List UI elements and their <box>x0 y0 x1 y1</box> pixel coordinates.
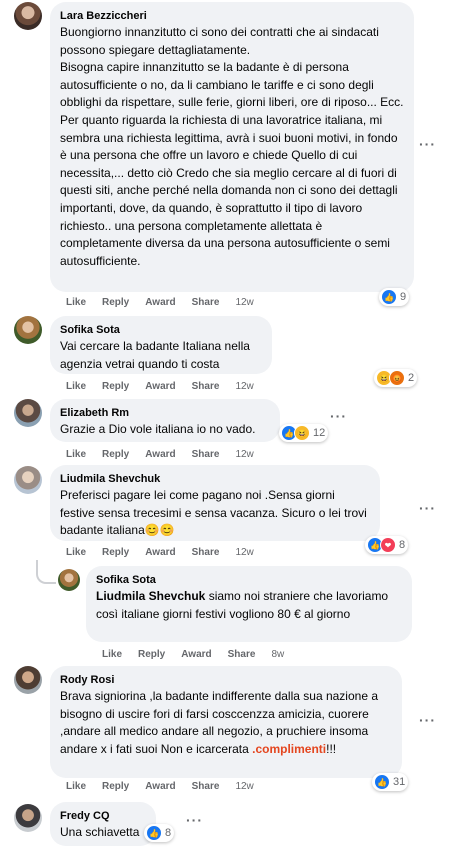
reaction-count: 2 <box>408 372 415 384</box>
reaction-summary[interactable]: 👍 8 <box>144 824 175 842</box>
award-button[interactable]: Award <box>145 781 175 792</box>
comment-author[interactable]: Fredy CQ <box>60 808 146 824</box>
avatar[interactable] <box>14 399 42 427</box>
reply-button[interactable]: Reply <box>102 449 129 460</box>
comment-actions: Like Reply Award Share 12w <box>66 780 270 794</box>
avatar[interactable] <box>14 804 42 832</box>
comment-text: Brava signiorina ,la badante indifferent… <box>60 688 392 758</box>
comment-bubble: Sofika Sota Vai cercare la badante Itali… <box>50 316 272 374</box>
highlighted-word: .complimenti <box>252 741 327 756</box>
comment-text: Buongiorno innanzitutto ci sono dei cont… <box>60 25 404 268</box>
like-button[interactable]: Like <box>66 781 86 792</box>
angry-reaction-icon: 😡 <box>389 370 405 386</box>
comment-text: Liudmila Shevchuk siamo noi straniere ch… <box>96 588 402 623</box>
comment-actions: Like Reply Award Share 12w <box>66 380 270 394</box>
timestamp[interactable]: 12w <box>235 449 253 460</box>
timestamp[interactable]: 12w <box>235 297 253 308</box>
comment-actions: Like Reply Award Share 12w <box>66 448 270 462</box>
like-reaction-icon: 👍 <box>381 289 397 305</box>
comment-text: Vai cercare la badante Italiana nella ag… <box>60 339 250 371</box>
reaction-summary[interactable]: 👍 😆 12 <box>279 424 329 442</box>
reaction-summary[interactable]: 👍 ❤ 8 <box>365 536 409 554</box>
comment-text: Preferisci pagare lei come pagano noi .S… <box>60 488 367 538</box>
more-options-icon[interactable]: ··· <box>419 500 436 516</box>
comment-bubble: Elizabeth Rm Grazie a Dio vole italiana … <box>50 399 280 442</box>
share-button[interactable]: Share <box>192 547 220 558</box>
avatar[interactable] <box>14 466 42 494</box>
more-options-icon[interactable]: ··· <box>330 408 347 424</box>
like-button[interactable]: Like <box>102 649 122 660</box>
reply-button[interactable]: Reply <box>138 649 165 660</box>
love-reaction-icon: ❤ <box>380 537 396 553</box>
timestamp[interactable]: 12w <box>235 547 253 558</box>
share-button[interactable]: Share <box>192 449 220 460</box>
comment-author[interactable]: Elizabeth Rm <box>60 405 270 421</box>
like-button[interactable]: Like <box>66 449 86 460</box>
award-button[interactable]: Award <box>145 297 175 308</box>
comment-actions: Like Reply Award Share 12w <box>66 296 270 310</box>
more-options-icon[interactable]: ··· <box>419 712 436 728</box>
timestamp[interactable]: 8w <box>271 649 284 660</box>
comment-actions: Like Reply Award Share 8w <box>102 648 300 662</box>
reaction-count: 31 <box>393 776 406 788</box>
reply-thread-line <box>36 560 56 584</box>
timestamp[interactable]: 12w <box>235 381 253 392</box>
comment-author[interactable]: Sofika Sota <box>96 572 402 588</box>
like-reaction-icon: 👍 <box>374 774 390 790</box>
mention-link[interactable]: Liudmila Shevchuk <box>96 589 205 603</box>
reaction-count: 9 <box>400 291 407 303</box>
like-button[interactable]: Like <box>66 547 86 558</box>
comment-bubble: Rody Rosi Brava signiorina ,la badante i… <box>50 666 402 778</box>
more-options-icon[interactable]: ··· <box>419 136 436 152</box>
comment-author[interactable]: Sofika Sota <box>60 322 262 338</box>
award-button[interactable]: Award <box>181 649 211 660</box>
timestamp[interactable]: 12w <box>235 781 253 792</box>
avatar[interactable] <box>14 316 42 344</box>
like-button[interactable]: Like <box>66 381 86 392</box>
comment-actions: Like Reply Award Share 12w <box>66 546 270 560</box>
avatar[interactable] <box>58 569 80 591</box>
reaction-count: 8 <box>165 827 172 839</box>
avatar[interactable] <box>14 666 42 694</box>
comment-text: Una schiavetta <box>60 825 140 839</box>
comment-body-end: !!! <box>326 741 337 756</box>
share-button[interactable]: Share <box>192 381 220 392</box>
reply-button[interactable]: Reply <box>102 297 129 308</box>
share-button[interactable]: Share <box>192 297 220 308</box>
award-button[interactable]: Award <box>145 547 175 558</box>
award-button[interactable]: Award <box>145 381 175 392</box>
haha-reaction-icon: 😆 <box>294 425 310 441</box>
comment-bubble: Fredy CQ Una schiavetta <box>50 802 156 846</box>
like-reaction-icon: 👍 <box>146 825 162 841</box>
comment-author[interactable]: Rody Rosi <box>60 672 392 688</box>
reply-button[interactable]: Reply <box>102 381 129 392</box>
award-button[interactable]: Award <box>145 449 175 460</box>
share-button[interactable]: Share <box>228 649 256 660</box>
reaction-count: 12 <box>313 427 326 439</box>
reaction-count: 8 <box>399 539 406 551</box>
comment-bubble: Lara Bezziccheri Buongiorno innanzitutto… <box>50 2 414 292</box>
reply-button[interactable]: Reply <box>102 781 129 792</box>
more-options-icon[interactable]: ··· <box>186 812 203 828</box>
avatar[interactable] <box>14 2 42 30</box>
comment-author[interactable]: Lara Bezziccheri <box>60 8 404 24</box>
reaction-summary[interactable]: 😆 😡 2 <box>374 369 418 387</box>
comment-bubble: Sofika Sota Liudmila Shevchuk siamo noi … <box>86 566 412 642</box>
share-button[interactable]: Share <box>192 781 220 792</box>
comment-author[interactable]: Liudmila Shevchuk <box>60 471 370 487</box>
reaction-summary[interactable]: 👍 31 <box>372 773 409 791</box>
like-button[interactable]: Like <box>66 297 86 308</box>
reaction-summary[interactable]: 👍 9 <box>379 288 410 306</box>
reply-button[interactable]: Reply <box>102 547 129 558</box>
comment-text: Grazie a Dio vole italiana io no vado. <box>60 422 256 436</box>
comment-bubble: Liudmila Shevchuk Preferisci pagare lei … <box>50 465 380 541</box>
